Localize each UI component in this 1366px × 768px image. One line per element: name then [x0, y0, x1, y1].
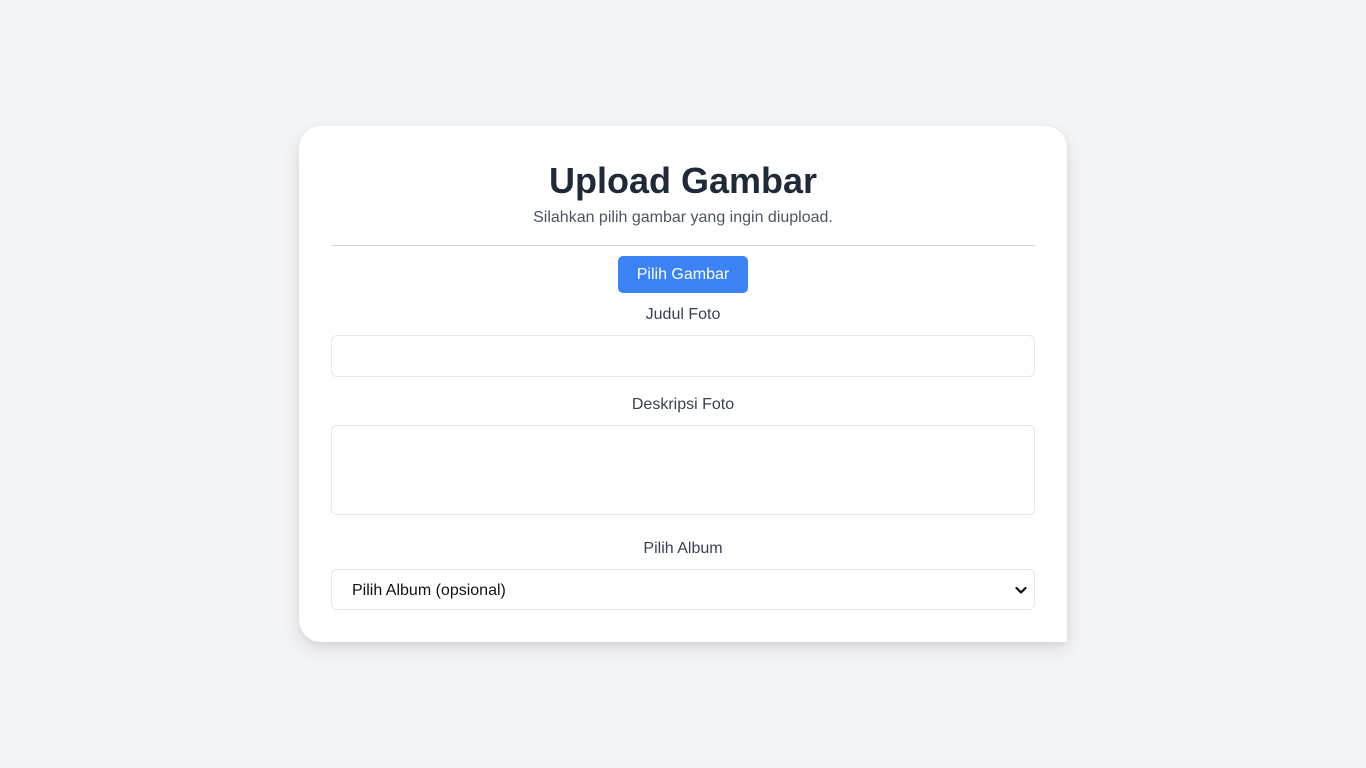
photo-description-label: Deskripsi Foto [631, 396, 735, 413]
upload-card: Upload Gambar Silahkan pilih gambar yang… [299, 126, 1067, 642]
page-title: Upload Gambar [548, 160, 818, 201]
pick-image-button[interactable]: Pilih Gambar [618, 256, 748, 293]
album-select-value: Pilih Album (opsional) [352, 582, 506, 599]
album-select[interactable]: Pilih Album (opsional) [331, 569, 1035, 610]
album-label: Pilih Album [643, 540, 723, 557]
chevron-down-icon [1015, 586, 1027, 594]
page-subtitle: Silahkan pilih gambar yang ingin diuploa… [533, 209, 833, 226]
photo-title-input[interactable] [331, 335, 1035, 377]
header-divider [331, 245, 1035, 246]
photo-title-label: Judul Foto [645, 306, 721, 323]
photo-description-textarea[interactable] [331, 425, 1035, 515]
